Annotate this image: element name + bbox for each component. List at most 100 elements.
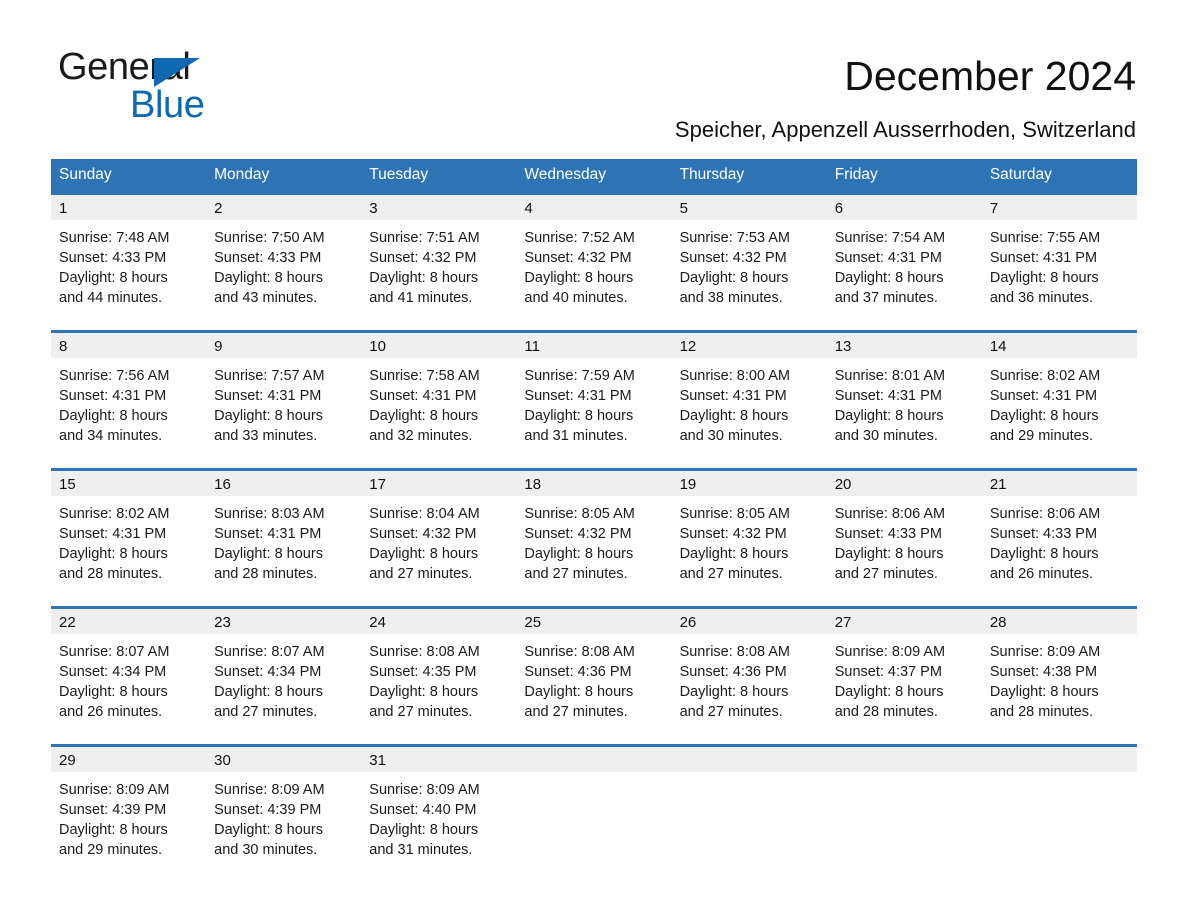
day-details: Sunrise: 8:09 AM Sunset: 4:39 PM Daylight:… — [206, 772, 361, 860]
sunset-text: Sunset: 4:32 PM — [679, 526, 787, 542]
sunset-text: Sunset: 4:32 PM — [524, 250, 632, 266]
day-cell[interactable]: 19 Sunrise: 8:05 AM Sunset: 4:32 PM Dayligh… — [671, 468, 827, 593]
day-cell[interactable]: 2 Sunrise: 7:50 AM Sunset: 4:33 PM Daylight… — [206, 192, 362, 317]
daylight-text-line2: and 40 minutes. — [524, 290, 628, 306]
day-number: 28 — [981, 609, 1137, 634]
day-number: 11 — [516, 333, 672, 358]
sunrise-text: Sunrise: 8:05 AM — [679, 506, 790, 522]
dow-header-tuesday: Tuesday — [361, 159, 517, 194]
day-number: 4 — [516, 195, 672, 220]
daylight-text-line2: and 44 minutes. — [59, 290, 163, 306]
day-cell[interactable]: 3 Sunrise: 7:51 AM Sunset: 4:32 PM Daylight… — [361, 192, 517, 317]
day-number — [671, 747, 827, 772]
sunset-text: Sunset: 4:31 PM — [214, 526, 322, 542]
sunset-text: Sunset: 4:39 PM — [214, 802, 322, 818]
dow-header-sunday: Sunday — [51, 159, 207, 194]
week-row: 8 Sunrise: 7:56 AM Sunset: 4:31 PM Daylight… — [51, 330, 1137, 455]
day-details: Sunrise: 8:09 AM Sunset: 4:37 PM Daylight:… — [827, 634, 982, 722]
sunrise-text: Sunrise: 8:02 AM — [989, 368, 1101, 384]
sunrise-text: Sunrise: 7:50 AM — [214, 230, 325, 246]
day-number — [826, 747, 982, 772]
day-cell[interactable]: 11 Sunrise: 7:59 AM Sunset: 4:31 PM Dayligh… — [516, 330, 672, 455]
daylight-text-line2: and 34 minutes. — [59, 428, 163, 444]
day-details: Sunrise: 8:05 AM Sunset: 4:32 PM Daylight:… — [516, 496, 671, 584]
daylight-text-line1: Daylight: 8 hours — [989, 546, 1099, 562]
day-cell-empty — [981, 744, 1137, 869]
week-row: 15 Sunrise: 8:02 AM Sunset: 4:31 PM Dayligh… — [51, 468, 1137, 593]
day-cell[interactable]: 29 Sunrise: 8:09 AM Sunset: 4:39 PM Dayligh… — [51, 744, 207, 869]
sunrise-text: Sunrise: 8:04 AM — [369, 506, 480, 522]
day-number: 16 — [206, 471, 362, 496]
day-cell[interactable]: 27 Sunrise: 8:09 AM Sunset: 4:37 PM Dayligh… — [826, 606, 982, 731]
day-cell[interactable]: 15 Sunrise: 8:02 AM Sunset: 4:31 PM Dayligh… — [51, 468, 207, 593]
daylight-text-line2: and 28 minutes. — [989, 704, 1094, 720]
sunset-text: Sunset: 4:37 PM — [834, 664, 942, 680]
day-cell[interactable]: 4 Sunrise: 7:52 AM Sunset: 4:32 PM Daylight… — [516, 192, 672, 317]
day-cell[interactable]: 8 Sunrise: 7:56 AM Sunset: 4:31 PM Daylight… — [51, 330, 207, 455]
day-cell[interactable]: 31 Sunrise: 8:09 AM Sunset: 4:40 PM Dayligh… — [361, 744, 517, 869]
page-title: December 2024 — [844, 53, 1136, 99]
day-details: Sunrise: 7:48 AM Sunset: 4:33 PM Daylight:… — [51, 220, 206, 308]
day-details: Sunrise: 8:03 AM Sunset: 4:31 PM Daylight:… — [206, 496, 361, 584]
day-details: Sunrise: 7:50 AM Sunset: 4:33 PM Daylight:… — [206, 220, 361, 308]
day-number: 8 — [51, 333, 207, 358]
day-number: 9 — [206, 333, 362, 358]
calendar-page: General Blue December 2024 Speicher, App… — [0, 0, 1188, 918]
day-cell[interactable]: 9 Sunrise: 7:57 AM Sunset: 4:31 PM Daylight… — [206, 330, 362, 455]
day-number: 23 — [206, 609, 362, 634]
day-cell[interactable]: 30 Sunrise: 8:09 AM Sunset: 4:39 PM Dayligh… — [206, 744, 362, 869]
daylight-text-line1: Daylight: 8 hours — [214, 546, 323, 562]
daylight-text-line2: and 43 minutes. — [214, 290, 318, 306]
day-cell[interactable]: 28 Sunrise: 8:09 AM Sunset: 4:38 PM Dayligh… — [981, 606, 1137, 731]
sunrise-text: Sunrise: 7:54 AM — [834, 230, 946, 246]
sunset-text: Sunset: 4:31 PM — [679, 388, 787, 404]
day-number: 25 — [516, 609, 672, 634]
daylight-text-line1: Daylight: 8 hours — [679, 546, 789, 562]
day-cell[interactable]: 7 Sunrise: 7:55 AM Sunset: 4:31 PM Daylight… — [981, 192, 1137, 317]
daylight-text-line2: and 36 minutes. — [989, 290, 1094, 306]
daylight-text-line1: Daylight: 8 hours — [59, 408, 168, 424]
day-cell[interactable]: 23 Sunrise: 8:07 AM Sunset: 4:34 PM Dayligh… — [206, 606, 362, 731]
generalblue-logo[interactable]: General Blue — [58, 48, 288, 128]
daylight-text-line2: and 27 minutes. — [679, 566, 783, 582]
sunrise-text: Sunrise: 7:57 AM — [214, 368, 325, 384]
day-details: Sunrise: 8:06 AM Sunset: 4:33 PM Daylight:… — [827, 496, 982, 584]
day-details: Sunrise: 8:09 AM Sunset: 4:40 PM Daylight:… — [361, 772, 516, 860]
day-cell[interactable]: 16 Sunrise: 8:03 AM Sunset: 4:31 PM Dayligh… — [206, 468, 362, 593]
sunset-text: Sunset: 4:36 PM — [524, 664, 632, 680]
day-number: 27 — [826, 609, 982, 634]
sunset-text: Sunset: 4:33 PM — [989, 526, 1098, 542]
daylight-text-line2: and 27 minutes. — [214, 704, 318, 720]
day-cell[interactable]: 25 Sunrise: 8:08 AM Sunset: 4:36 PM Dayligh… — [516, 606, 672, 731]
sunrise-text: Sunrise: 7:59 AM — [524, 368, 635, 384]
day-cell[interactable]: 18 Sunrise: 8:05 AM Sunset: 4:32 PM Dayligh… — [516, 468, 672, 593]
sunset-text: Sunset: 4:34 PM — [214, 664, 322, 680]
day-cell[interactable]: 5 Sunrise: 7:53 AM Sunset: 4:32 PM Daylight… — [671, 192, 827, 317]
day-cell[interactable]: 10 Sunrise: 7:58 AM Sunset: 4:31 PM Dayligh… — [361, 330, 517, 455]
day-details: Sunrise: 8:08 AM Sunset: 4:36 PM Daylight:… — [672, 634, 827, 722]
sunset-text: Sunset: 4:33 PM — [214, 250, 322, 266]
sunrise-text: Sunrise: 8:07 AM — [59, 644, 170, 660]
day-cell[interactable]: 24 Sunrise: 8:08 AM Sunset: 4:35 PM Dayligh… — [361, 606, 517, 731]
day-number: 31 — [361, 747, 517, 772]
day-cell[interactable]: 14 Sunrise: 8:02 AM Sunset: 4:31 PM Dayligh… — [981, 330, 1137, 455]
day-cell[interactable]: 20 Sunrise: 8:06 AM Sunset: 4:33 PM Dayligh… — [826, 468, 982, 593]
daylight-text-line2: and 27 minutes. — [369, 566, 473, 582]
daylight-text-line1: Daylight: 8 hours — [989, 408, 1099, 424]
day-cell[interactable]: 21 Sunrise: 8:06 AM Sunset: 4:33 PM Dayligh… — [981, 468, 1137, 593]
daylight-text-line1: Daylight: 8 hours — [679, 408, 789, 424]
daylight-text-line1: Daylight: 8 hours — [214, 408, 323, 424]
day-of-week-header-row: Sunday Monday Tuesday Wednesday Thursday… — [51, 159, 1137, 194]
day-details: Sunrise: 8:06 AM Sunset: 4:33 PM Daylight:… — [982, 496, 1137, 584]
day-number: 3 — [361, 195, 517, 220]
day-cell[interactable]: 6 Sunrise: 7:54 AM Sunset: 4:31 PM Daylight… — [826, 192, 982, 317]
day-cell[interactable]: 13 Sunrise: 8:01 AM Sunset: 4:31 PM Dayligh… — [826, 330, 982, 455]
day-cell[interactable]: 12 Sunrise: 8:00 AM Sunset: 4:31 PM Dayligh… — [671, 330, 827, 455]
day-cell[interactable]: 17 Sunrise: 8:04 AM Sunset: 4:32 PM Dayligh… — [361, 468, 517, 593]
day-cell[interactable]: 22 Sunrise: 8:07 AM Sunset: 4:34 PM Dayligh… — [51, 606, 207, 731]
daylight-text-line2: and 28 minutes. — [59, 566, 163, 582]
day-cell[interactable]: 1 Sunrise: 7:48 AM Sunset: 4:33 PM Daylight… — [51, 192, 207, 317]
daylight-text-line1: Daylight: 8 hours — [989, 684, 1099, 700]
day-details: Sunrise: 7:56 AM Sunset: 4:31 PM Daylight:… — [51, 358, 206, 446]
day-cell[interactable]: 26 Sunrise: 8:08 AM Sunset: 4:36 PM Dayligh… — [671, 606, 827, 731]
